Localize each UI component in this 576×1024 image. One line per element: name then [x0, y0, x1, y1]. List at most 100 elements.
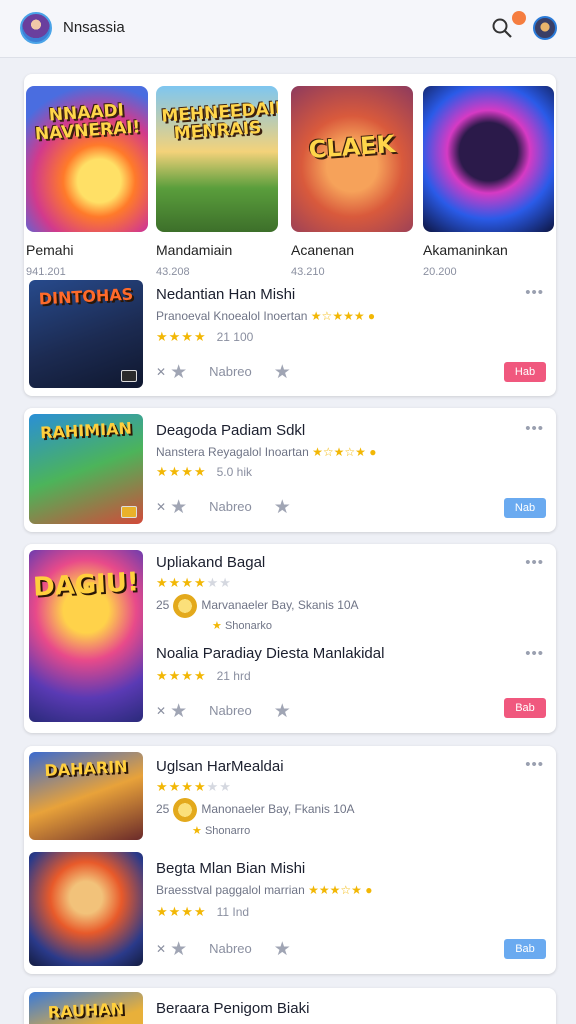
action-row: ✕ ★ Nabreo ★ — [156, 938, 291, 961]
rating-stars: ★★★★ 21 hrd — [156, 668, 251, 683]
reward-subtext: ★ Shonarko — [212, 620, 273, 632]
featured-meta: 43.208 — [156, 266, 190, 278]
close-icon[interactable]: ✕ — [156, 704, 166, 718]
featured-tile[interactable]: CLAEK Acanenan 43.210 — [291, 86, 413, 278]
game-thumbnail: RAUHAN — [29, 992, 143, 1024]
action-label[interactable]: Nabreo — [209, 499, 252, 514]
app-avatar[interactable] — [20, 12, 52, 44]
game-thumbnail — [29, 852, 143, 966]
reward-prefix: 25 — [156, 598, 170, 613]
close-icon[interactable]: ✕ — [156, 500, 166, 514]
star-icon[interactable]: ★ — [274, 701, 291, 722]
game-title-secondary: Begta Mlan Bian Mishi — [156, 860, 306, 877]
game-card[interactable]: DAGIU! Upliakand Bagal ••• ★★★★★★ 25 Marv… — [24, 544, 556, 733]
rating-count: 21 100 — [216, 330, 254, 344]
thumbnail-text: RAUHAN — [47, 999, 125, 1022]
star-icon[interactable]: ★ — [274, 362, 291, 383]
star-icon[interactable]: ★ — [170, 497, 187, 518]
reward-row: 25 Manonaeler Bay, Fkanis 10A — [156, 798, 355, 822]
featured-art-text: NNAADI NAVNERAI! — [34, 100, 141, 145]
featured-art: MEHNEEDAIN MENRAIS — [156, 86, 278, 232]
more-options-icon[interactable]: ••• — [525, 284, 544, 301]
rating-count: 21 hrd — [216, 669, 251, 683]
featured-art: CLAEK — [291, 86, 413, 232]
game-card[interactable]: RAHIMIAN Deagoda Padiam Sdkl ••• Nanster… — [24, 408, 556, 532]
game-thumbnail: RAHIMIAN — [29, 414, 143, 524]
app-title: Nnsassia — [63, 19, 125, 36]
game-card[interactable]: RAUHAN Beraara Penigom Biaki — [24, 988, 556, 1024]
action-label[interactable]: Nabreo — [209, 364, 252, 379]
thumbnail-badge — [121, 506, 137, 518]
star-icon[interactable]: ★ — [274, 939, 291, 960]
featured-name: Pemahi — [26, 242, 74, 258]
featured-art — [423, 86, 554, 232]
coin-icon — [173, 594, 198, 618]
rating-stars: ★★★★★★ — [156, 575, 232, 590]
rating-stars: ★★★★ 11 Ind — [156, 904, 250, 919]
featured-art-text: MEHNEEDAIN MENRAIS — [160, 97, 278, 145]
star-icon[interactable]: ★ — [170, 701, 187, 722]
action-row: ✕ ★ Nabreo ★ — [156, 496, 291, 519]
rating-count: 11 Ind — [216, 905, 250, 919]
featured-art-text — [429, 100, 548, 108]
game-subtitle: Pranoeval Knoealol Inoertan ★☆★★★ ● — [156, 309, 376, 323]
profile-avatar[interactable] — [533, 16, 557, 40]
star-icon[interactable]: ★ — [170, 939, 187, 960]
rating-count: 5.0 hik — [216, 465, 252, 479]
game-thumbnail: DINTOHAS — [29, 280, 143, 388]
action-label[interactable]: Nabreo — [209, 941, 252, 956]
thumbnail-text: DAGIU! — [32, 567, 140, 603]
featured-tile[interactable]: NNAADI NAVNERAI! Pemahi 941.201 — [26, 86, 148, 278]
close-icon[interactable]: ✕ — [156, 942, 166, 956]
close-icon[interactable]: ✕ — [156, 365, 166, 379]
rating-stars: ★★★★ 21 100 — [156, 329, 254, 344]
game-title: Beraara Penigom Biaki — [156, 1000, 310, 1017]
featured-meta: 941.201 — [26, 266, 66, 278]
reward-text: Marvanaeler Bay, Skanis 10A — [201, 598, 359, 613]
get-button[interactable]: Nab — [504, 498, 546, 518]
more-options-icon[interactable]: ••• — [525, 420, 544, 437]
star-icon[interactable]: ★ — [274, 497, 291, 518]
star-icon[interactable]: ★ — [170, 362, 187, 383]
featured-tile[interactable]: MEHNEEDAIN MENRAIS Mandamiain 43.208 — [156, 86, 278, 278]
featured-meta: 20.200 — [423, 266, 457, 278]
notification-dot-icon[interactable] — [512, 11, 526, 25]
action-row: ✕ ★ Nabreo ★ — [156, 700, 291, 723]
thumbnail-badge — [121, 370, 137, 382]
rating-stars: ★★★★ 5.0 hik — [156, 464, 252, 479]
coin-icon — [173, 798, 198, 822]
search-icon[interactable] — [491, 17, 513, 39]
game-thumbnail: DAGIU! — [29, 550, 143, 722]
thumbnail-text: DAHARIN — [43, 756, 128, 781]
reward-text: Manonaeler Bay, Fkanis 10A — [201, 802, 355, 817]
get-button[interactable]: Bab — [504, 939, 546, 959]
featured-art: NNAADI NAVNERAI! — [26, 86, 148, 232]
game-title: Deagoda Padiam Sdkl — [156, 422, 306, 439]
game-card[interactable]: DAHARIN Uglsan HarMealdai ••• ★★★★★★ 25 M… — [24, 746, 556, 974]
action-label[interactable]: Nabreo — [209, 703, 252, 718]
more-options-icon[interactable]: ••• — [525, 645, 544, 662]
list-item[interactable]: DINTOHAS Nedantian Han Mishi ••• Pranoev… — [24, 278, 556, 390]
more-options-icon[interactable]: ••• — [525, 756, 544, 773]
get-button[interactable]: Bab — [504, 698, 546, 718]
game-subtitle: Braesstval paggalol marrian ★★★☆★ ● — [156, 883, 373, 897]
more-options-icon[interactable]: ••• — [525, 554, 544, 571]
featured-art-text: CLAEK — [307, 130, 397, 164]
reward-row: 25 Marvanaeler Bay, Skanis 10A — [156, 594, 359, 618]
game-title: Nedantian Han Mishi — [156, 286, 296, 303]
action-row: ✕ ★ Nabreo ★ — [156, 361, 291, 384]
game-subtitle: Nanstera Reyagalol Inoartan ★☆★☆★ ● — [156, 445, 377, 459]
game-title: Upliakand Bagal — [156, 554, 266, 571]
game-title: Uglsan HarMealdai — [156, 758, 284, 775]
rating-stars: ★★★★★★ — [156, 779, 232, 794]
game-title-secondary: Noalia Paradiay Diesta Manlakidal — [156, 645, 385, 662]
top-app-bar: Nnsassia — [0, 0, 576, 58]
featured-name: Akamaninkan — [423, 242, 508, 258]
reward-subtext: ★ Shonarro — [192, 825, 251, 837]
featured-tile[interactable]: Akamaninkan 20.200 — [423, 86, 554, 278]
featured-name: Acanenan — [291, 242, 355, 258]
featured-name: Mandamiain — [156, 242, 233, 258]
get-button[interactable]: Hab — [504, 362, 546, 382]
thumbnail-text: DINTOHAS — [38, 284, 134, 309]
thumbnail-text: RAHIMIAN — [39, 418, 133, 443]
